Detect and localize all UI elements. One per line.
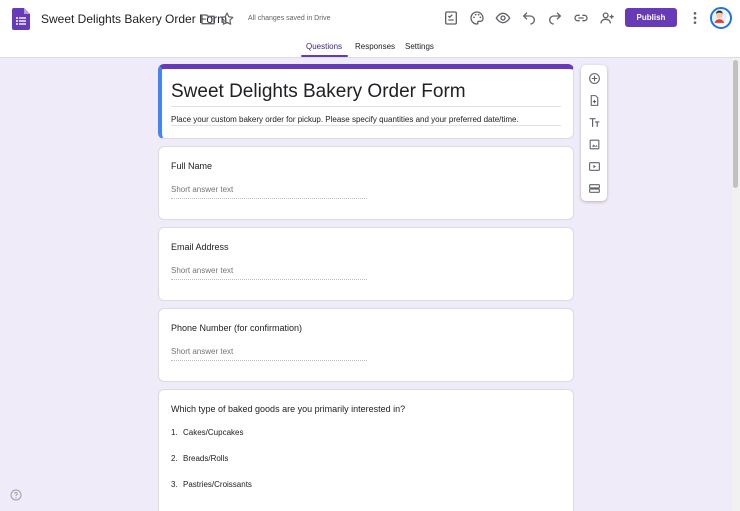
publish-button[interactable]: Publish [625,8,677,27]
add-title-icon [589,117,599,127]
forms-logo-icon[interactable] [12,8,30,30]
short-answer-placeholder: Short answer text [171,185,367,199]
question-title[interactable]: Email Address [171,242,229,252]
active-tab-indicator [301,55,348,57]
question-title[interactable]: Full Name [171,161,212,171]
preview-button[interactable] [492,7,514,29]
form-description[interactable]: Place your custom bakery order for picku… [171,115,519,124]
redo-icon [549,12,562,25]
palette-button[interactable] [466,7,488,29]
form-title-card[interactable]: Sweet Delights Bakery Order Form Place y… [158,64,574,139]
add-video-icon [588,161,600,171]
short-answer-placeholder: Short answer text [171,266,367,280]
question-card-full-name[interactable]: Full Name Short answer text [158,146,574,220]
question-title[interactable]: Which type of baked goods are you primar… [171,404,405,414]
redo-button[interactable] [544,7,566,29]
tab-responses[interactable]: Responses [355,42,395,51]
add-video-button[interactable] [585,157,603,175]
copy-link-button[interactable] [570,7,592,29]
preview-eye-icon [495,12,511,24]
list-number: 1. [171,428,178,437]
help-icon [10,489,22,501]
add-title-button[interactable] [585,113,603,131]
undo-icon [522,12,535,25]
add-section-icon [588,183,600,193]
tab-bar: Questions Responses Settings [0,42,740,58]
list-number: 3. [171,480,178,489]
more-vert-icon [693,12,697,24]
short-answer-placeholder: Short answer text [171,347,367,361]
form-title[interactable]: Sweet Delights Bakery Order Form [171,81,466,103]
question-card-baked-goods[interactable]: Which type of baked goods are you primar… [158,389,574,511]
folder-icon [201,14,215,25]
palette-icon [470,11,484,25]
import-questions-button[interactable] [585,91,603,109]
import-questions-icon [590,94,598,106]
tab-settings[interactable]: Settings [405,42,434,51]
question-toolbar [581,65,607,201]
question-title[interactable]: Phone Number (for confirmation) [171,323,302,333]
customize-theme-icon [445,11,457,25]
add-image-icon [589,139,599,149]
help-button[interactable] [10,489,22,501]
option-label: Breads/Rolls [183,454,229,463]
description-divider [171,125,561,126]
option-label: Pastries/Croissants [183,480,252,489]
add-section-button[interactable] [585,179,603,197]
top-bar: Sweet Delights Bakery Order Form All cha… [0,0,740,58]
scrollbar-thumb[interactable] [733,60,738,188]
option-label: Cakes/Cupcakes [183,428,244,437]
save-status: All changes saved in Drive [248,15,331,22]
user-avatar-icon [712,9,727,24]
list-item[interactable]: 2. Breads/Rolls [171,454,228,463]
list-number: 2. [171,454,178,463]
add-image-button[interactable] [585,135,603,153]
question-card-phone[interactable]: Phone Number (for confirmation) Short an… [158,308,574,382]
add-collaborator-button[interactable] [596,7,618,29]
title-divider [171,106,561,107]
question-card-email[interactable]: Email Address Short answer text [158,227,574,301]
add-collaborator-icon [600,12,614,24]
star-icon [220,12,234,25]
link-icon [574,14,588,22]
undo-button[interactable] [518,7,540,29]
tab-questions[interactable]: Questions [306,42,342,51]
add-question-icon [588,72,600,84]
list-item[interactable]: 3. Pastries/Croissants [171,480,252,489]
add-question-button[interactable] [585,69,603,87]
avatar[interactable] [710,7,732,29]
customize-theme-button[interactable] [440,7,462,29]
list-item[interactable]: 1. Cakes/Cupcakes [171,428,243,437]
more-options-button[interactable] [684,7,706,29]
star-button[interactable] [216,8,238,30]
